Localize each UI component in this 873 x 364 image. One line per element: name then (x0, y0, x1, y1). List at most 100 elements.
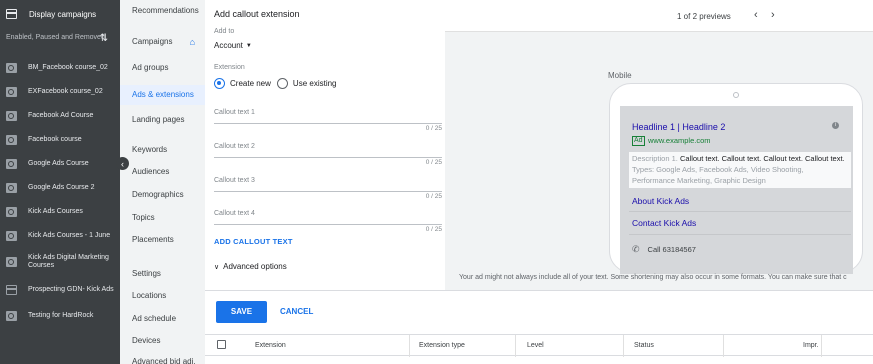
call-text: Call 63184567 (647, 245, 696, 254)
search-campaign-icon (6, 159, 17, 169)
nav-item-keywords[interactable]: Keywords (120, 140, 205, 160)
campaign-name: Prospecting GDN- Kick Ads (28, 286, 114, 293)
callout-text-4-placeholder: Callout text 4 (214, 210, 255, 217)
column-header-extension[interactable]: Extension (255, 342, 286, 349)
ad-display-url: www.example.com (648, 136, 711, 145)
column-header-extension-type[interactable]: Extension type (419, 342, 465, 349)
campaign-item[interactable]: Kick Ads Courses (0, 200, 120, 224)
ad-description-rest: Types: Google Ads, Facebook Ads, Video S… (632, 165, 804, 185)
nav-item-topics[interactable]: Topics (120, 208, 205, 228)
add-to-value: Account (214, 41, 243, 50)
search-campaign-icon (6, 183, 17, 193)
column-divider (821, 335, 822, 357)
nav-item-landing-pages[interactable]: Landing pages (120, 110, 205, 130)
display-campaign-icon (6, 9, 17, 19)
advanced-options-toggle[interactable]: ∨ Advanced options (214, 262, 287, 271)
divider (205, 290, 873, 291)
campaign-item[interactable]: Facebook Ad Course (0, 104, 120, 128)
campaign-list: BM_Facebook course_02 EXFacebook course_… (0, 56, 120, 328)
campaign-item[interactable]: Facebook course (0, 128, 120, 152)
field-underline (214, 123, 442, 124)
callout-text-1-placeholder: Callout text 1 (214, 109, 255, 116)
nav-item-devices[interactable]: Devices (120, 331, 205, 351)
ad-callouts-text: Callout text. Callout text. Callout text… (679, 154, 845, 163)
display-campaign-icon (6, 285, 17, 295)
ad-badge: Ad (632, 136, 645, 146)
add-callout-text-button[interactable]: ADD CALLOUT TEXT (214, 237, 293, 246)
callout-text-3-field[interactable]: Callout text 3 0 / 25 (214, 177, 442, 200)
ad-description: Description 1. Callout text. Callout tex… (629, 152, 851, 188)
campaign-item[interactable]: Google Ads Course 2 (0, 176, 120, 200)
ad-description-prefix: Description 1. (632, 154, 678, 163)
save-button[interactable]: SAVE (216, 301, 267, 323)
campaign-filter-label: Enabled, Paused and Removed (6, 34, 105, 41)
callout-text-2-field[interactable]: Callout text 2 0 / 25 (214, 143, 442, 166)
callout-text-1-field[interactable]: Callout text 1 0 / 25 (214, 109, 442, 132)
cancel-button[interactable]: CANCEL (280, 307, 313, 316)
phone-icon: ✆ (632, 244, 640, 254)
sort-icon[interactable]: ⇅ (100, 34, 108, 44)
extension-mode-radio-group: Create new Use existing (214, 78, 343, 89)
create-new-radio[interactable] (214, 78, 225, 89)
use-existing-radio[interactable] (276, 78, 288, 89)
field-underline (214, 191, 442, 192)
create-new-label[interactable]: Create new (230, 79, 271, 88)
nav-item-ads-extensions[interactable]: Ads & extensions (120, 85, 205, 105)
call-extension: ✆ Call 63184567 (632, 244, 696, 255)
column-header-impr[interactable]: Impr. (803, 342, 819, 349)
nav-item-demographics[interactable]: Demographics (120, 185, 205, 205)
nav-item-locations[interactable]: Locations (120, 286, 205, 306)
column-divider (515, 335, 516, 357)
use-existing-label[interactable]: Use existing (293, 79, 337, 88)
nav-item-audiences[interactable]: Audiences (120, 162, 205, 182)
select-all-checkbox[interactable] (217, 340, 226, 349)
nav-item-ad-schedule[interactable]: Ad schedule (120, 309, 205, 329)
column-divider (723, 335, 724, 357)
nav-item-campaigns[interactable]: Campaigns ⌂ (120, 32, 205, 52)
collapse-sidebar-button[interactable]: ‹ (116, 157, 129, 170)
character-counter: 0 / 25 (425, 226, 442, 233)
search-campaign-icon (6, 87, 17, 97)
search-campaign-icon (6, 63, 17, 73)
nav-item-settings[interactable]: Settings (120, 264, 205, 284)
caret-down-icon: ▼ (245, 43, 252, 49)
campaign-name: Google Ads Course 2 (28, 184, 95, 191)
callout-text-2-placeholder: Callout text 2 (214, 143, 255, 150)
campaign-type-label: Display campaigns (29, 9, 97, 19)
campaign-item[interactable]: Testing for HardRock (0, 304, 120, 328)
callout-text-4-field[interactable]: Callout text 4 0 / 25 (214, 210, 442, 233)
search-campaign-icon (6, 257, 17, 267)
nav-item-placements[interactable]: Placements (120, 230, 205, 250)
campaign-item[interactable]: Google Ads Course (0, 152, 120, 176)
nav-item-recommendations[interactable]: Recommendations (120, 1, 205, 21)
home-icon: ⌂ (189, 37, 195, 47)
search-campaign-icon (6, 111, 17, 121)
nav-item-ad-groups[interactable]: Ad groups (120, 58, 205, 78)
character-counter: 0 / 25 (425, 159, 442, 166)
campaign-status-filter[interactable]: Enabled, Paused and Removed ⇅ (0, 28, 120, 56)
search-campaign-icon (6, 135, 17, 145)
column-header-status[interactable]: Status (634, 342, 654, 349)
add-to-select[interactable]: Account ▼ (214, 41, 252, 50)
chevron-down-icon: ∨ (214, 264, 220, 271)
campaign-type-header[interactable]: Display campaigns (0, 0, 120, 28)
campaign-item[interactable]: Kick Ads Courses - 1 June (0, 224, 120, 248)
campaign-name: Kick Ads Courses (28, 208, 83, 215)
sitelink: Contact Kick Ads (632, 218, 697, 228)
campaign-name: EXFacebook course_02 (28, 88, 103, 95)
campaign-name: Google Ads Course (28, 160, 89, 167)
character-counter: 0 / 25 (425, 193, 442, 200)
campaign-name: Facebook course (28, 136, 82, 143)
campaign-item[interactable]: EXFacebook course_02 (0, 80, 120, 104)
page-navigation: Recommendations Campaigns ⌂ Ad groups Ads… (120, 0, 205, 364)
campaign-item[interactable]: BM_Facebook course_02 (0, 56, 120, 80)
info-icon: i (832, 122, 839, 129)
extensions-table-header: Extension Extension type Level Status Im… (205, 334, 873, 357)
advanced-options-label: Advanced options (223, 262, 287, 271)
campaign-item[interactable]: Kick Ads Digital Marketing Courses (0, 248, 120, 276)
nav-item-advanced-bid-adj[interactable]: Advanced bid adj. (120, 352, 205, 364)
sitelink-divider (629, 211, 851, 212)
column-header-level[interactable]: Level (527, 342, 544, 349)
chevron-left-icon: ‹ (121, 158, 124, 169)
campaign-item[interactable]: Prospecting GDN- Kick Ads (0, 276, 120, 304)
